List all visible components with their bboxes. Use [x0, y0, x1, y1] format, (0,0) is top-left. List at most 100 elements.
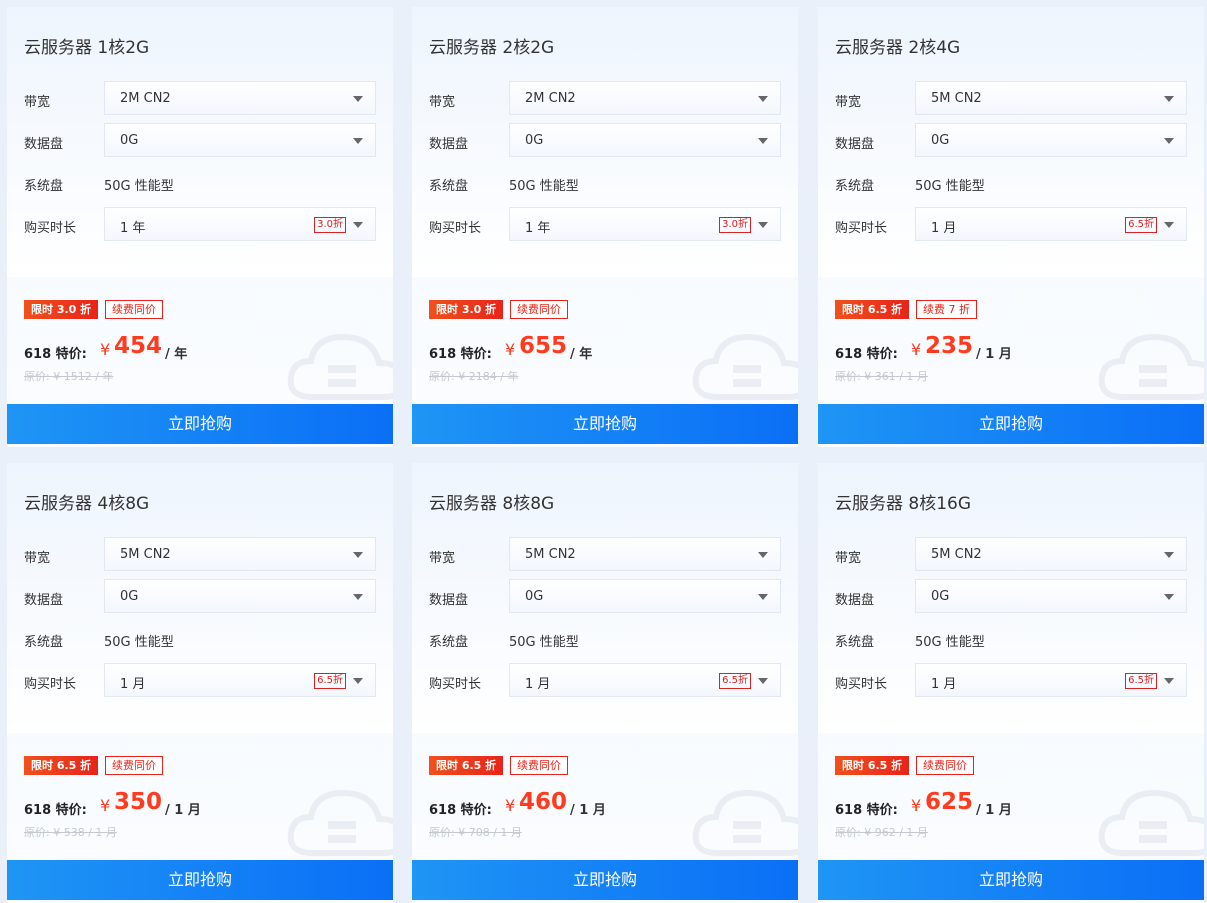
currency-symbol: ¥	[100, 796, 111, 815]
duration-label: 购买时长	[429, 221, 482, 236]
buy-now-button[interactable]: 立即抢购	[7, 404, 393, 444]
price-value: 460	[519, 789, 568, 815]
price-unit: / 年	[165, 347, 188, 362]
cloud-watermark-icon	[692, 333, 798, 400]
system-disk-label: 系统盘	[24, 179, 64, 194]
original-price: 原价: ¥ 1512 / 年	[24, 370, 114, 383]
data-disk-select[interactable]: 0G	[509, 123, 781, 157]
data-disk-value: 0G	[525, 133, 544, 148]
data-disk-select[interactable]: 0G	[509, 579, 781, 613]
price-unit: / 1 月	[570, 803, 606, 818]
price-label: 618 特价:	[835, 803, 898, 818]
system-disk-value: 50G 性能型	[104, 179, 174, 194]
duration-select[interactable]: 1 年 3.0折	[509, 207, 781, 241]
data-disk-value: 0G	[931, 133, 950, 148]
cloud-watermark-icon	[287, 789, 393, 856]
data-disk-label: 数据盘	[429, 593, 469, 608]
duration-value: 1 月	[525, 677, 551, 692]
data-disk-select[interactable]: 0G	[104, 579, 376, 613]
bandwidth-value: 5M CN2	[931, 91, 982, 106]
original-price: 原价: ¥ 708 / 1 月	[429, 826, 522, 839]
duration-select[interactable]: 1 月 6.5折	[509, 663, 781, 697]
duration-value: 1 月	[931, 221, 957, 236]
buy-now-button[interactable]: 立即抢购	[7, 860, 393, 900]
chevron-down-icon	[758, 552, 768, 558]
bandwidth-label: 带宽	[24, 95, 51, 110]
product-card: 云服务器 4核8G 带宽 5M CN2 数据盘 0G 系统盘 50G 性能型 购…	[7, 463, 393, 903]
duration-select[interactable]: 1 月 6.5折	[915, 207, 1187, 241]
currency-symbol: ¥	[505, 796, 516, 815]
chevron-down-icon	[758, 222, 768, 228]
system-disk-value: 50G 性能型	[104, 635, 174, 650]
product-card: 云服务器 2核4G 带宽 5M CN2 数据盘 0G 系统盘 50G 性能型 购…	[818, 7, 1204, 447]
renew-badge: 续费同价	[510, 756, 568, 775]
duration-select[interactable]: 1 月 6.5折	[915, 663, 1187, 697]
system-disk-label: 系统盘	[24, 635, 64, 650]
data-disk-value: 0G	[931, 589, 950, 604]
promo-badge: 限时 3.0 折	[24, 300, 99, 319]
bandwidth-label: 带宽	[24, 551, 51, 566]
card-title: 云服务器 2核2G	[429, 38, 555, 58]
bandwidth-select[interactable]: 5M CN2	[915, 81, 1187, 115]
buy-now-button[interactable]: 立即抢购	[412, 404, 798, 444]
price-value: 350	[114, 789, 163, 815]
data-disk-select[interactable]: 0G	[104, 123, 376, 157]
data-disk-select[interactable]: 0G	[915, 123, 1187, 157]
duration-value: 1 年	[120, 221, 146, 236]
chevron-down-icon	[353, 96, 363, 102]
price-label: 618 特价:	[429, 803, 492, 818]
duration-discount-tag: 6.5折	[314, 673, 346, 689]
duration-select[interactable]: 1 年 3.0折	[104, 207, 376, 241]
price-value: 625	[925, 789, 974, 815]
product-card: 云服务器 2核2G 带宽 2M CN2 数据盘 0G 系统盘 50G 性能型 购…	[412, 7, 798, 447]
duration-select[interactable]: 1 月 6.5折	[104, 663, 376, 697]
renew-badge: 续费同价	[105, 756, 163, 775]
product-card: 云服务器 8核8G 带宽 5M CN2 数据盘 0G 系统盘 50G 性能型 购…	[412, 463, 798, 903]
data-disk-label: 数据盘	[24, 137, 64, 152]
price-label: 618 特价:	[24, 347, 87, 362]
price-unit: / 1 月	[976, 803, 1012, 818]
price-value: 655	[519, 333, 568, 359]
card-title: 云服务器 2核4G	[835, 38, 961, 58]
bandwidth-label: 带宽	[835, 95, 862, 110]
renew-badge: 续费同价	[916, 756, 974, 775]
system-disk-value: 50G 性能型	[915, 635, 985, 650]
chevron-down-icon	[1164, 552, 1174, 558]
bandwidth-value: 2M CN2	[120, 91, 171, 106]
duration-label: 购买时长	[835, 221, 888, 236]
product-grid: 云服务器 1核2G 带宽 2M CN2 数据盘 0G 系统盘 50G 性能型 购…	[0, 0, 1207, 903]
duration-label: 购买时长	[24, 677, 77, 692]
promo-badge: 限时 6.5 折	[24, 756, 99, 775]
cloud-watermark-icon	[692, 789, 798, 856]
bandwidth-select[interactable]: 5M CN2	[104, 537, 376, 571]
currency-symbol: ¥	[100, 340, 111, 359]
buy-now-button[interactable]: 立即抢购	[818, 860, 1204, 900]
chevron-down-icon	[758, 138, 768, 144]
system-disk-value: 50G 性能型	[509, 179, 579, 194]
bandwidth-value: 5M CN2	[525, 547, 576, 562]
system-disk-label: 系统盘	[835, 179, 875, 194]
bandwidth-label: 带宽	[429, 95, 456, 110]
price-label: 618 特价:	[835, 347, 898, 362]
price-label: 618 特价:	[429, 347, 492, 362]
chevron-down-icon	[353, 678, 363, 684]
bandwidth-value: 2M CN2	[525, 91, 576, 106]
card-title: 云服务器 4核8G	[24, 494, 150, 514]
duration-discount-tag: 6.5折	[719, 673, 751, 689]
chevron-down-icon	[353, 552, 363, 558]
chevron-down-icon	[758, 678, 768, 684]
data-disk-select[interactable]: 0G	[915, 579, 1187, 613]
duration-value: 1 月	[931, 677, 957, 692]
buy-now-button[interactable]: 立即抢购	[818, 404, 1204, 444]
currency-symbol: ¥	[505, 340, 516, 359]
bandwidth-select[interactable]: 2M CN2	[509, 81, 781, 115]
bandwidth-select[interactable]: 5M CN2	[509, 537, 781, 571]
duration-discount-tag: 6.5折	[1125, 217, 1157, 233]
card-title: 云服务器 8核16G	[835, 494, 972, 514]
buy-now-button[interactable]: 立即抢购	[412, 860, 798, 900]
bandwidth-select[interactable]: 2M CN2	[104, 81, 376, 115]
system-disk-label: 系统盘	[835, 635, 875, 650]
chevron-down-icon	[758, 594, 768, 600]
bandwidth-select[interactable]: 5M CN2	[915, 537, 1187, 571]
chevron-down-icon	[353, 222, 363, 228]
